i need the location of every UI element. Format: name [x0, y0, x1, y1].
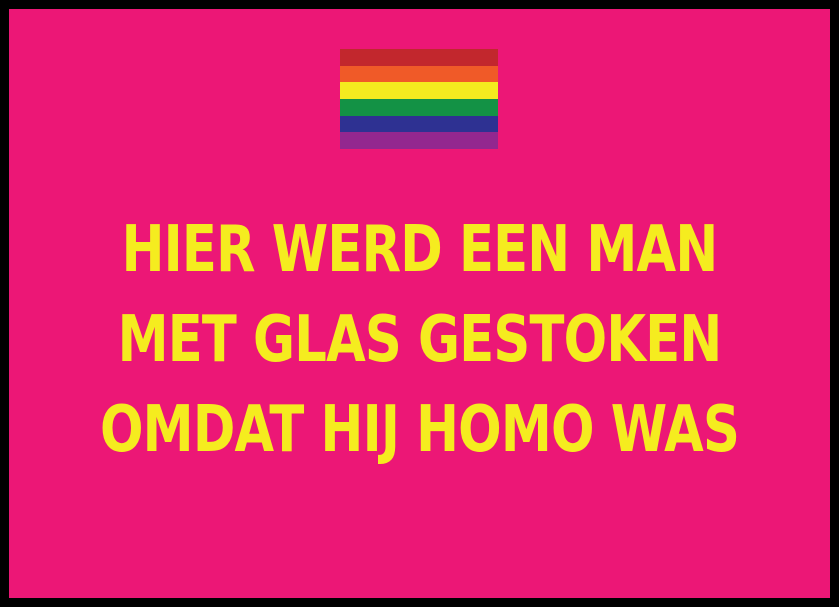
message-line-3: OMDAT HIJ HOMO WAS [99, 393, 740, 467]
rainbow-pride-flag-icon [340, 49, 498, 150]
flag-stripe-blue [340, 115, 498, 133]
flag-stripe-red [340, 49, 498, 66]
flag-stripe-yellow [340, 82, 498, 100]
message-line-2: MET GLAS GESTOKEN [117, 303, 723, 377]
flag-stripe-green [340, 99, 498, 116]
sign-message: HIER WERD EEN MAN MET GLAS GESTOKEN OMDA… [9, 205, 830, 475]
memorial-sign: HIER WERD EEN MAN MET GLAS GESTOKEN OMDA… [0, 0, 839, 607]
message-line-1: HIER WERD EEN MAN [121, 213, 719, 287]
flag-stripe-purple [340, 132, 498, 150]
flag-stripe-orange [340, 65, 498, 83]
